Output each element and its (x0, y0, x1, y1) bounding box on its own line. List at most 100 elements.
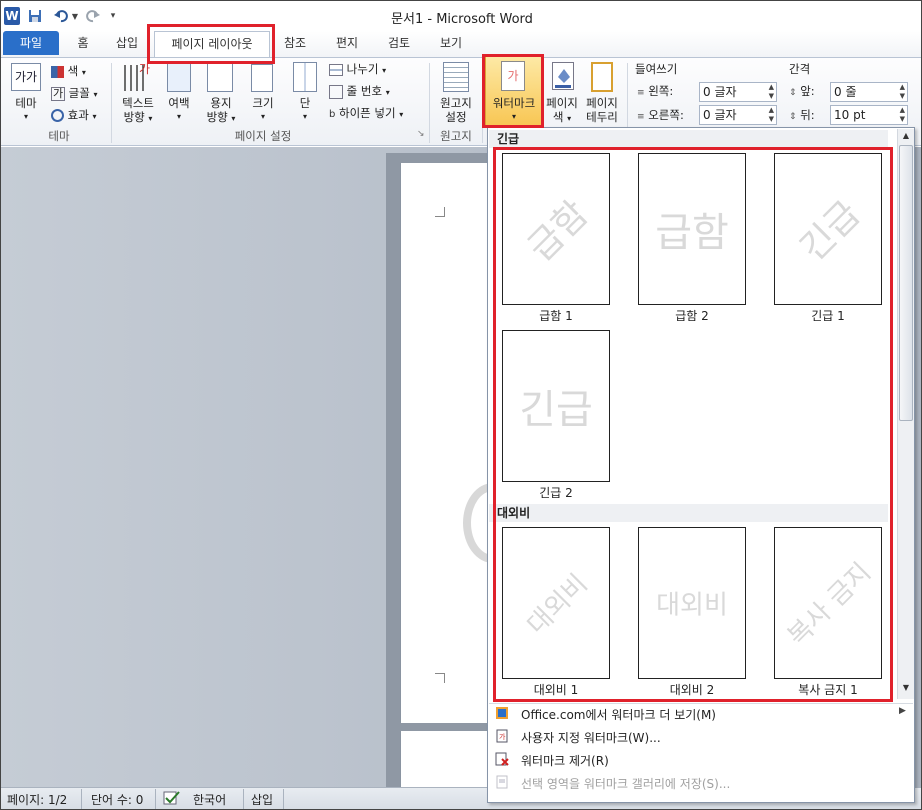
fonts-button[interactable]: 가 글꼴 ▾ (51, 85, 98, 101)
spacing-before-label-row: ⇕ 앞: (789, 83, 815, 99)
redo-icon[interactable] (85, 7, 101, 25)
theme-label: 테마 (15, 96, 37, 110)
chevron-down-icon: ▾ (385, 88, 390, 97)
customize-quick-access-icon[interactable]: ▾ (107, 7, 119, 25)
line-numbers-button[interactable]: 줄 번호 ▾ (329, 83, 390, 99)
word-app-icon[interactable]: W (4, 7, 20, 25)
tab-review[interactable]: 검토 (379, 31, 419, 55)
orientation-label-2: 방향 (206, 110, 228, 124)
fonts-icon: 가 (51, 87, 65, 101)
theme-button[interactable]: 테마 ▾ (9, 96, 43, 124)
tab-mailings[interactable]: 편지 (327, 31, 367, 55)
menu-custom-watermark[interactable]: 사용자 지정 워터마크(W)... (521, 729, 661, 746)
watermark-preview-text: 대외비 (656, 590, 728, 621)
page-borders-button[interactable]: 페이지 테두리 (581, 96, 623, 124)
status-word-count[interactable]: 단어 수: 0 (91, 791, 143, 808)
status-language[interactable]: 한국어 (193, 791, 226, 808)
gallery-scrollbar[interactable]: ▲ ▼ (897, 129, 914, 699)
menu-save-selection: 선택 영역을 워터마크 갤러리에 저장(S)... (521, 777, 731, 791)
tab-home[interactable]: 홈 (67, 31, 99, 55)
chevron-down-icon: ▾ (23, 112, 28, 121)
watermark-caption: 대외비 1 (533, 683, 579, 697)
margins-button[interactable]: 여백 ▾ (161, 96, 197, 124)
spacing-before-input[interactable]: 0 줄 ▲ ▼ (830, 82, 908, 102)
scroll-up-icon[interactable]: ▲ (899, 131, 913, 143)
spinner-arrows-icon[interactable]: ▲ ▼ (769, 83, 774, 101)
save-icon[interactable] (27, 7, 43, 25)
watermark-thumbnail[interactable]: 긴급 (502, 330, 610, 482)
watermark-thumbnail[interactable]: 긴급 (774, 153, 882, 305)
page-color-label-2: 색 (552, 110, 564, 124)
text-direction-button[interactable]: 텍스트 방향 ▾ (113, 96, 163, 126)
group-label-page-setup: 페이지 설정 (234, 129, 292, 143)
menu-more-watermarks[interactable]: Office.com에서 워터마크 더 보기(M) (521, 706, 716, 723)
manuscript-settings-button[interactable]: 원고지 설정 (433, 96, 479, 124)
colors-button[interactable]: 색 ▾ (51, 63, 86, 79)
orientation-button[interactable]: 용지 방향 ▾ (201, 96, 241, 126)
menu-remove-watermark[interactable]: 워터마크 제거(R) (521, 752, 609, 769)
tab-page-layout[interactable]: 페이지 레이아웃 (154, 31, 270, 59)
spinner-arrows-icon[interactable]: ▲ ▼ (900, 83, 905, 101)
indent-left-input[interactable]: 0 글자 ▲ ▼ (699, 82, 777, 102)
status-page-count[interactable]: 페이지: 1/2 (7, 791, 67, 808)
watermark-caption: 대외비 2 (669, 683, 715, 697)
spacing-after-label-row: ⇕ 뒤: (789, 107, 815, 123)
effects-icon (51, 109, 64, 122)
watermark-caption: 급함 1 (539, 309, 573, 323)
spacing-before-icon: ⇕ (789, 88, 797, 98)
indent-left-value: 0 글자 (703, 85, 737, 99)
save-selection-icon (495, 775, 509, 789)
margins-icon (167, 62, 191, 92)
page-color-icon (552, 62, 574, 90)
indent-right-input[interactable]: 0 글자 ▲ ▼ (699, 105, 777, 125)
gallery-section-urgent: 긴급 (489, 130, 888, 148)
tab-view[interactable]: 보기 (431, 31, 471, 55)
breaks-label: 나누기 (346, 62, 379, 76)
submenu-arrow-icon: ▶ (899, 706, 906, 716)
spacing-title: 간격 (789, 62, 811, 76)
indent-right-value: 0 글자 (703, 108, 737, 122)
window-title: 문서1 - Microsoft Word (391, 12, 533, 27)
indent-right-label-row: ≡ 오른쪽: (637, 107, 684, 123)
hyphenation-button[interactable]: b 하이픈 넣기 ▾ (329, 105, 403, 121)
undo-icon[interactable] (53, 7, 69, 25)
tab-file[interactable]: 파일 (3, 31, 59, 55)
spinner-arrows-icon[interactable]: ▲ ▼ (769, 106, 774, 124)
page-color-button[interactable]: 페이지 색 ▾ (543, 96, 581, 126)
indent-left-icon: ≡ (637, 88, 645, 98)
dialog-launcher-icon[interactable]: ↘ (417, 129, 425, 139)
size-label: 크기 (252, 96, 274, 110)
watermark-button[interactable]: 워터마크 ▾ (485, 96, 543, 124)
undo-dropdown-icon[interactable]: ▼ (71, 7, 79, 25)
watermark-thumbnail[interactable]: 급함 (638, 153, 746, 305)
breaks-button[interactable]: 나누기 ▾ (329, 61, 386, 77)
watermark-thumbnail[interactable]: 급함 (502, 153, 610, 305)
proofing-check-icon[interactable] (163, 790, 181, 809)
group-separator (429, 63, 430, 143)
status-insert-mode[interactable]: 삽입 (251, 791, 273, 808)
columns-icon (293, 62, 317, 92)
scroll-down-icon[interactable]: ▼ (899, 683, 913, 695)
spinner-arrows-icon[interactable]: ▲ ▼ (900, 106, 905, 124)
scrollbar-thumb[interactable] (899, 145, 913, 421)
effects-button[interactable]: 효과 ▾ (51, 107, 97, 123)
text-direction-label-2: 방향 (123, 110, 145, 124)
watermark-thumbnail[interactable]: 복사 금지 (774, 527, 882, 679)
columns-button[interactable]: 단 ▾ (289, 96, 321, 124)
indent-title: 들여쓰기 (635, 62, 678, 76)
watermark-thumbnail[interactable]: 대외비 (502, 527, 610, 679)
chevron-down-icon: ▾ (260, 112, 265, 121)
size-button[interactable]: 크기 ▾ (245, 96, 281, 124)
chevron-down-icon: ▾ (399, 110, 404, 119)
chevron-down-icon: ▾ (302, 112, 307, 121)
status-separator (81, 789, 82, 809)
watermark-preview-text: 긴급 (792, 193, 869, 270)
watermark-preview-text: 긴급 (519, 387, 593, 433)
spacing-after-label: 뒤: (800, 108, 815, 122)
svg-text:가: 가 (499, 732, 506, 741)
tab-references[interactable]: 참조 (277, 31, 313, 55)
watermark-thumbnail[interactable]: 대외비 (638, 527, 746, 679)
spacing-after-input[interactable]: 10 pt ▲ ▼ (830, 105, 908, 125)
margin-corner-mark (435, 207, 445, 217)
tab-insert[interactable]: 삽입 (107, 31, 147, 55)
